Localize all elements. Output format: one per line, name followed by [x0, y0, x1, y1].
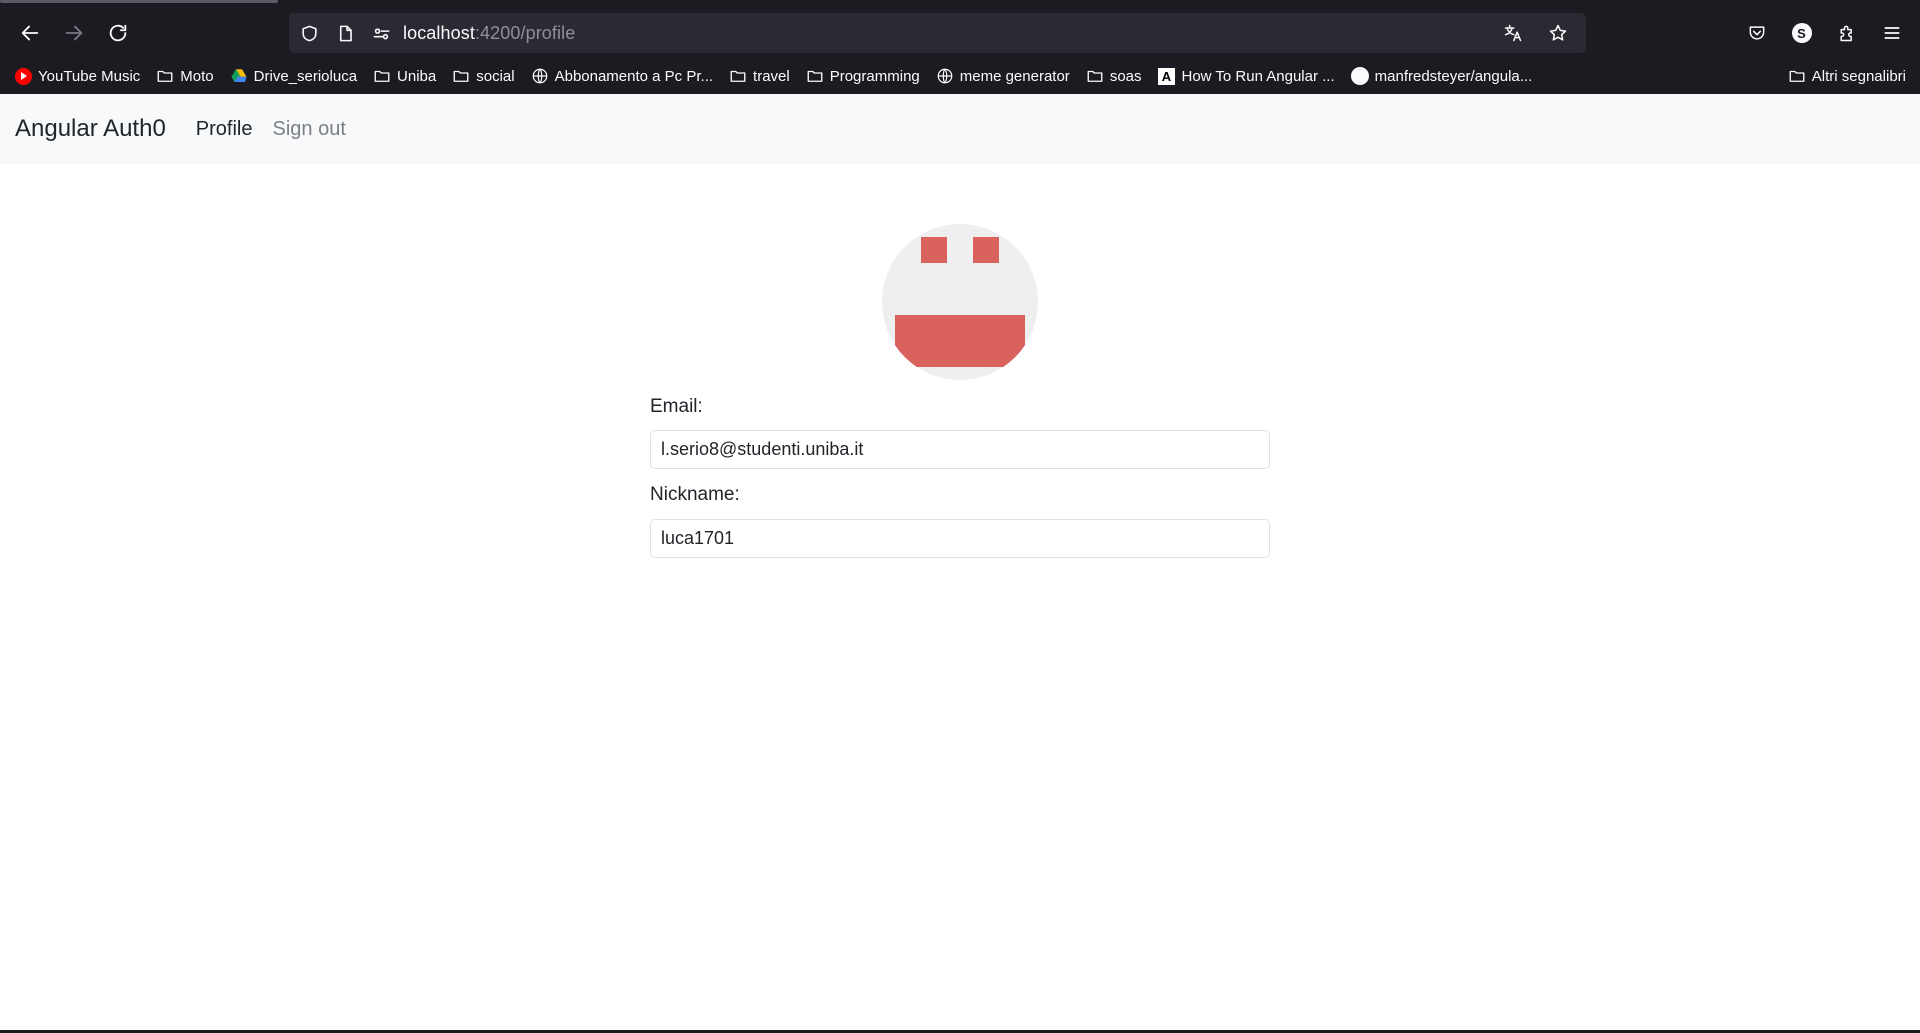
- reload-button[interactable]: [96, 13, 140, 53]
- folder-icon: [730, 70, 746, 82]
- navigation-toolbar: localhost:4200/profile S: [0, 10, 1920, 56]
- bookmark-label: YouTube Music: [38, 67, 141, 85]
- angular-icon: A: [1158, 67, 1175, 85]
- tracking-protection-button[interactable]: [291, 13, 327, 53]
- menu-icon: [1884, 27, 1899, 39]
- translate-button[interactable]: [1490, 13, 1535, 53]
- nickname-field[interactable]: [650, 519, 1270, 558]
- bookmark-run-angular[interactable]: A How To Run Angular ...: [1158, 67, 1335, 85]
- star-icon: [1549, 24, 1566, 41]
- bookmark-label: Uniba: [397, 67, 437, 85]
- other-bookmarks[interactable]: Altri segnalibri: [1788, 62, 1906, 90]
- other-bookmarks-label: Altri segnalibri: [1811, 67, 1906, 85]
- forward-button[interactable]: [52, 13, 96, 53]
- page-icon: [339, 25, 352, 41]
- bookmark-label: manfredsteyer/angula...: [1374, 67, 1533, 85]
- bookmark-label: meme generator: [959, 67, 1070, 85]
- bookmark-manfredsteyer[interactable]: manfredsteyer/angula...: [1350, 67, 1533, 85]
- bookmark-soas[interactable]: soas: [1086, 67, 1142, 85]
- back-button[interactable]: [8, 13, 52, 53]
- tab-strip: [0, 0, 1920, 9]
- app-menu-button[interactable]: [1869, 13, 1914, 53]
- browser-chrome: localhost:4200/profile S YouTube Music M…: [0, 0, 1920, 94]
- url-host: localhost: [403, 22, 475, 43]
- reload-icon: [109, 24, 127, 42]
- email-field[interactable]: [650, 430, 1270, 469]
- active-tab-indicator[interactable]: [0, 0, 278, 3]
- nav-link-signout[interactable]: Sign out: [273, 118, 346, 141]
- bookmark-social[interactable]: social: [452, 67, 515, 85]
- avatar-mouth: [895, 315, 1025, 367]
- nickname-label: Nickname:: [650, 484, 740, 505]
- bookmark-label: How To Run Angular ...: [1181, 67, 1335, 85]
- github-icon: [1350, 67, 1369, 85]
- folder-icon: [453, 70, 469, 82]
- folder-icon: [157, 70, 173, 82]
- bookmark-uniba[interactable]: Uniba: [373, 67, 436, 85]
- bookmark-label: social: [476, 67, 515, 85]
- email-label: Email:: [650, 396, 703, 417]
- pocket-icon: [1749, 26, 1764, 40]
- bookmark-label: Moto: [180, 67, 214, 85]
- youtube-music-icon: [14, 67, 32, 85]
- url-text[interactable]: localhost:4200/profile: [403, 23, 575, 44]
- bookmark-travel[interactable]: travel: [729, 67, 790, 85]
- pocket-button[interactable]: [1734, 13, 1779, 53]
- globe-icon: [532, 68, 547, 84]
- translate-icon: [1504, 24, 1521, 42]
- bookmarks-toolbar: YouTube Music Moto Drive_serioluca Uniba…: [0, 62, 1920, 90]
- site-info-button[interactable]: [327, 13, 363, 53]
- shield-icon: [301, 25, 317, 41]
- bookmark-star-button[interactable]: [1535, 13, 1580, 53]
- bookmark-label: soas: [1109, 67, 1142, 85]
- bookmark-label: Abbonamento a Pc Pr...: [554, 67, 714, 85]
- avatar: [882, 224, 1038, 380]
- avatar-eye-left: [921, 237, 947, 263]
- extensions-icon: [1839, 25, 1852, 42]
- bookmark-meme-generator[interactable]: meme generator: [936, 67, 1070, 85]
- bookmark-label: Drive_serioluca: [253, 67, 358, 85]
- bookmark-programming[interactable]: Programming: [806, 67, 920, 85]
- extensions-button[interactable]: [1824, 13, 1869, 53]
- app-brand[interactable]: Angular Auth0: [15, 115, 166, 143]
- globe-icon: [937, 68, 953, 84]
- google-drive-icon: [231, 69, 247, 82]
- account-icon: S: [1791, 23, 1812, 43]
- bookmark-label: travel: [753, 67, 790, 85]
- folder-icon: [807, 70, 823, 82]
- url-path: :4200/profile: [474, 22, 576, 43]
- forward-arrow-icon: [65, 25, 83, 41]
- permissions-button[interactable]: [363, 13, 399, 53]
- permissions-icon: [373, 27, 389, 39]
- avatar-eye-right: [973, 237, 999, 263]
- url-actions: [1490, 13, 1580, 53]
- bookmark-youtube-music[interactable]: YouTube Music: [14, 67, 140, 85]
- folder-icon: [374, 70, 390, 82]
- bookmark-moto[interactable]: Moto: [156, 67, 214, 85]
- folder-icon: [1789, 70, 1805, 82]
- bookmark-abbonamento[interactable]: Abbonamento a Pc Pr...: [531, 67, 713, 85]
- app-navbar: Angular Auth0 Profile Sign out: [0, 94, 1920, 164]
- identicon-avatar: [882, 224, 1038, 380]
- bookmark-label: Programming: [829, 67, 920, 85]
- back-arrow-icon: [21, 25, 39, 41]
- bookmark-drive[interactable]: Drive_serioluca: [230, 67, 357, 85]
- account-button[interactable]: S: [1779, 13, 1824, 53]
- nav-link-profile[interactable]: Profile: [196, 118, 253, 141]
- url-bar[interactable]: localhost:4200/profile: [289, 13, 1586, 53]
- toolbar-right: S: [1734, 10, 1920, 56]
- folder-icon: [1087, 70, 1103, 82]
